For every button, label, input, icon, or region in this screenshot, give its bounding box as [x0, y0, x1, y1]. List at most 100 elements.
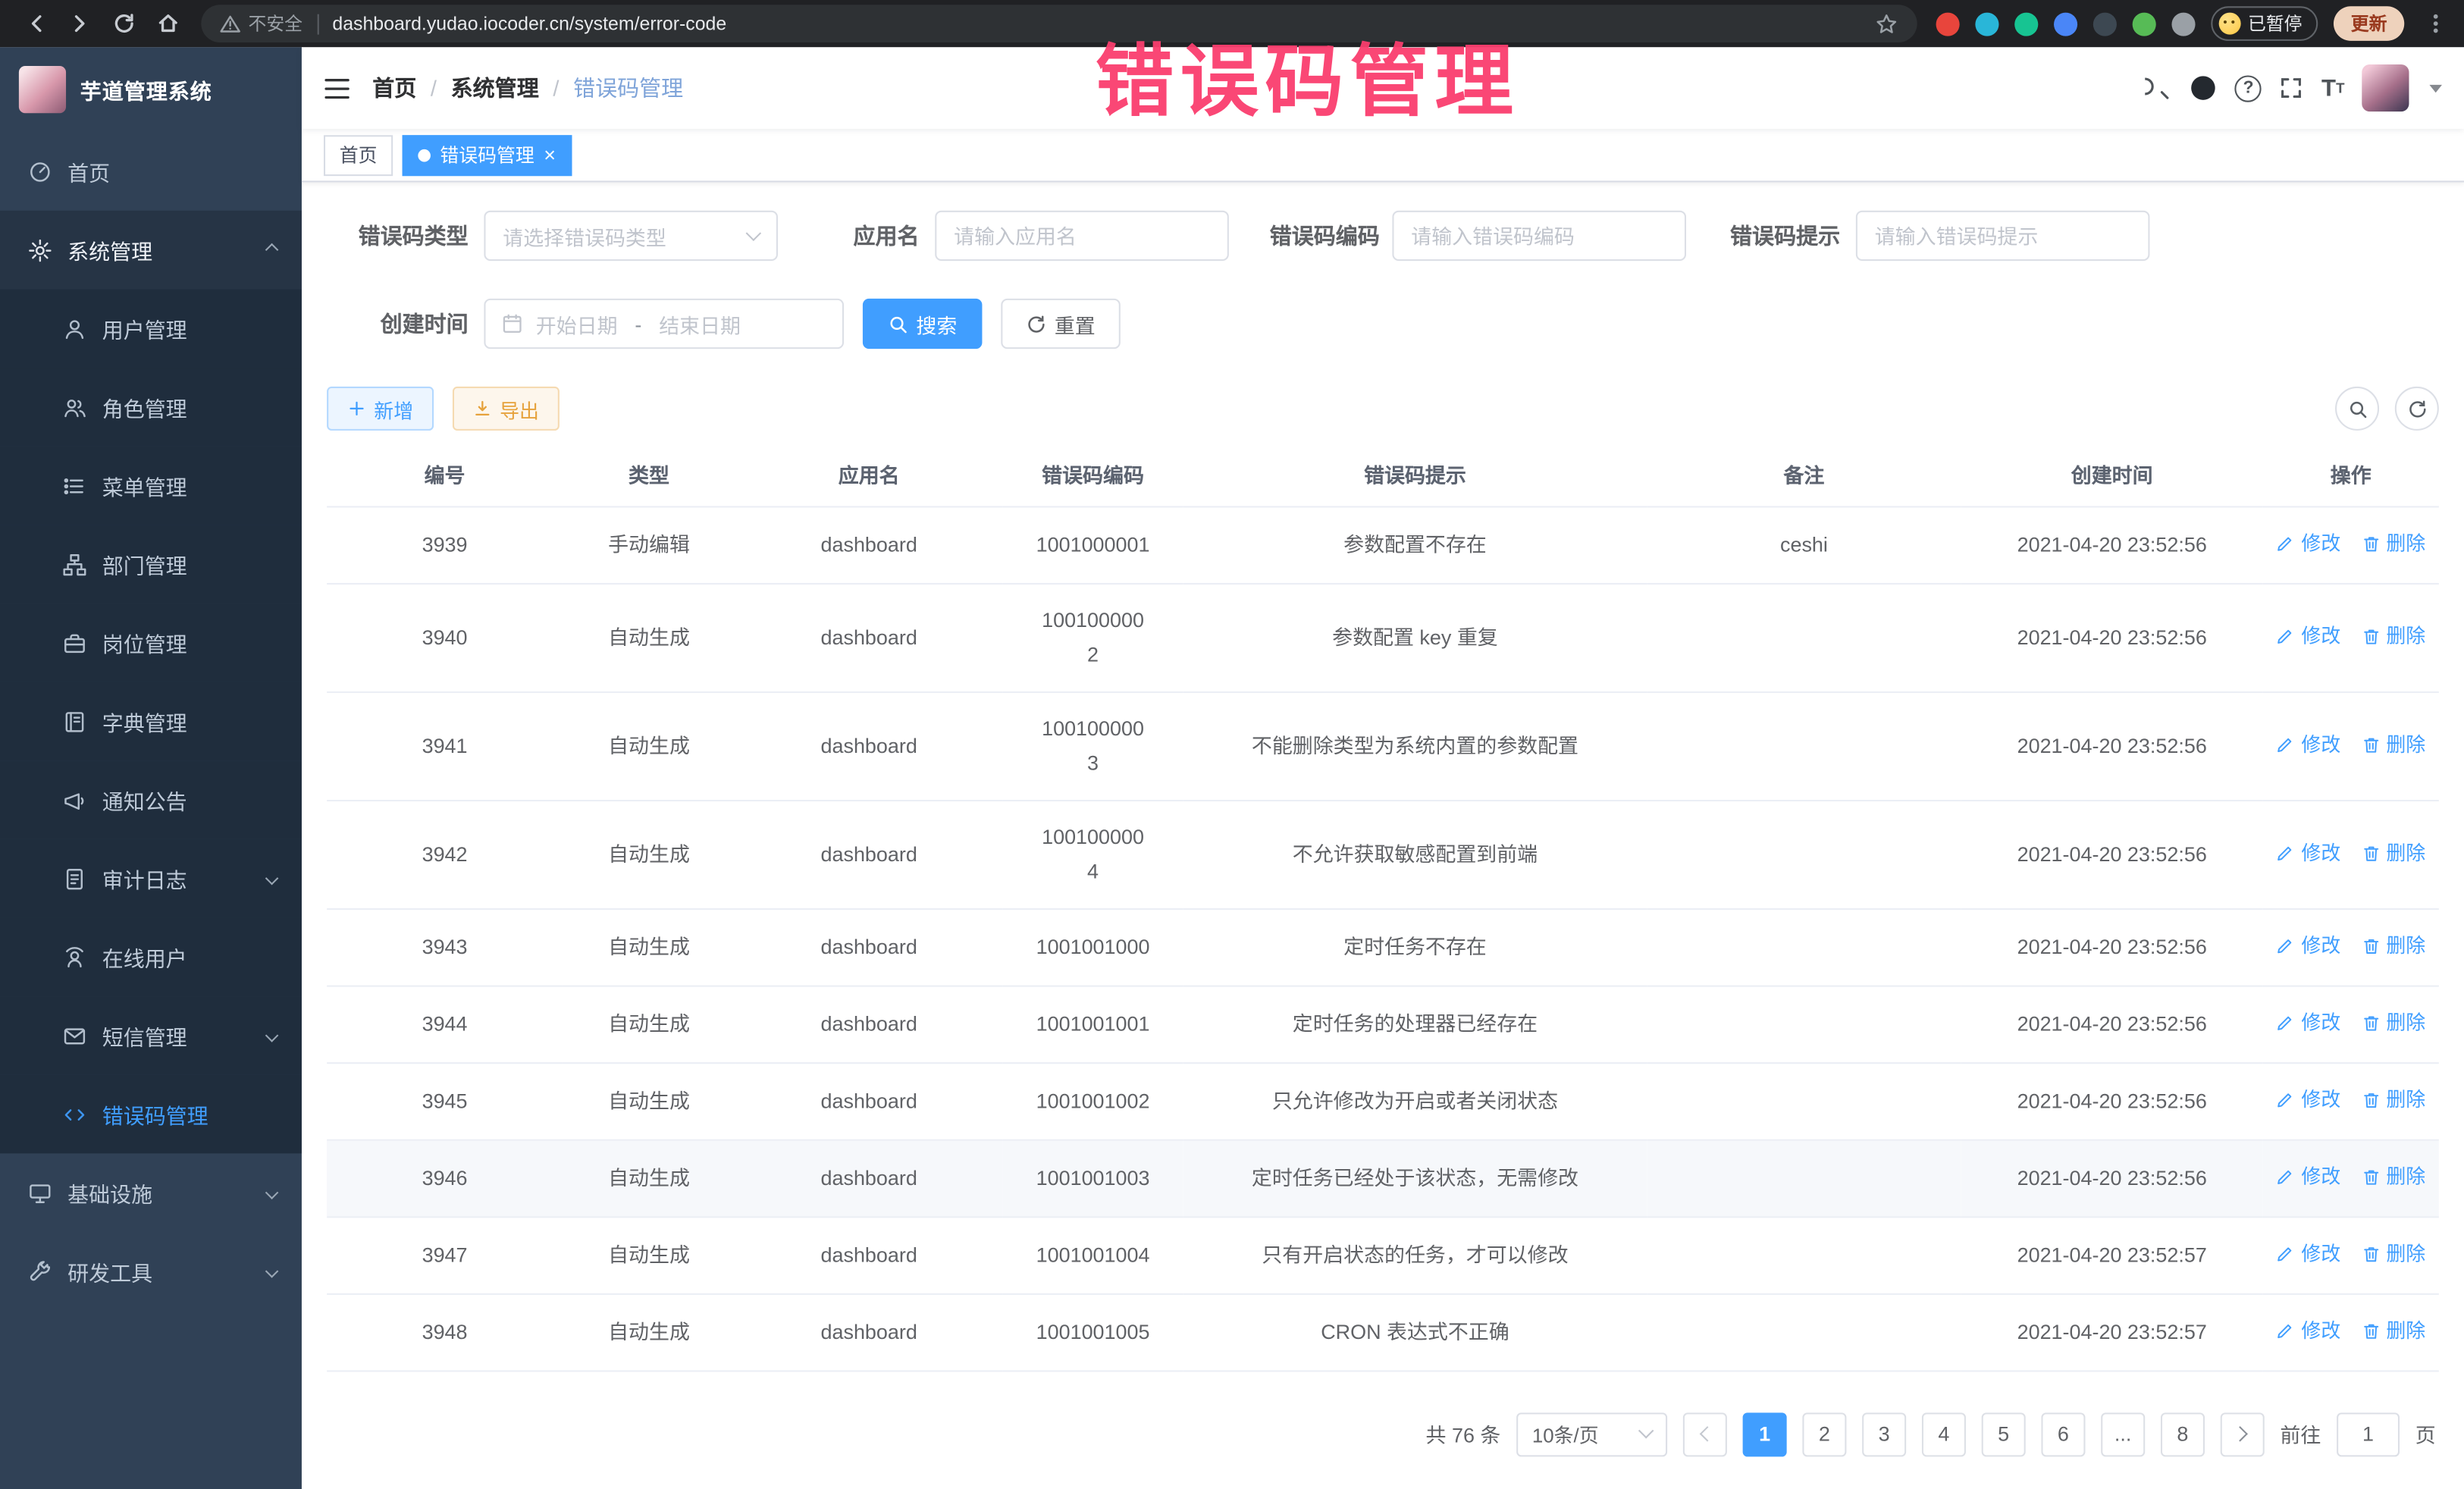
caret-down-icon[interactable] [2429, 84, 2442, 92]
cell-type: 自动生成 [563, 691, 735, 800]
page-button[interactable]: 5 [1982, 1412, 2026, 1456]
sidebar-item[interactable]: 部门管理 [0, 525, 302, 603]
browser-reload-icon[interactable] [104, 5, 145, 42]
toggle-search-button[interactable] [2335, 387, 2379, 431]
font-size-icon[interactable]: TT [2321, 77, 2344, 100]
delete-link[interactable]: 删除 [2361, 928, 2425, 963]
page-more-button[interactable]: ... [2101, 1412, 2145, 1456]
security-label[interactable]: 不安全 [248, 11, 303, 36]
extension-icon[interactable] [2093, 12, 2116, 36]
page-content: 错误码类型 请选择错误码类型 应用名 错误码编码 错误码提示 [302, 182, 2464, 1489]
delete-link[interactable]: 删除 [2361, 1236, 2425, 1271]
cell-created: 2021-04-20 23:52:56 [1961, 908, 2263, 986]
edit-link[interactable]: 修改 [2276, 1005, 2340, 1039]
error-type-select[interactable]: 请选择错误码类型 [484, 211, 778, 261]
chrome-update-button[interactable]: 更新 [2334, 6, 2404, 41]
address-bar[interactable]: 不安全 dashboard.yudao.iocoder.cn/system/er… [201, 5, 1916, 42]
sidebar-item[interactable]: 在线用户 [0, 917, 302, 996]
extension-icon[interactable] [1974, 12, 1998, 36]
page-button[interactable]: 3 [1862, 1412, 1906, 1456]
cell-id: 3946 [327, 1139, 563, 1217]
chevron-down-icon [746, 225, 762, 241]
edit-link[interactable]: 修改 [2276, 619, 2340, 654]
edit-link[interactable]: 修改 [2276, 1313, 2340, 1348]
url-text[interactable]: dashboard.yudao.iocoder.cn/system/error-… [332, 13, 1861, 35]
page-button[interactable]: 4 [1922, 1412, 1966, 1456]
edit-link[interactable]: 修改 [2276, 727, 2340, 762]
bookmark-star-icon[interactable] [1874, 12, 1898, 36]
browser-menu-icon[interactable] [2423, 11, 2448, 36]
reset-button[interactable]: 重置 [1001, 299, 1121, 349]
sidebar-item[interactable]: 首页 [0, 132, 302, 211]
error-message-input[interactable] [1856, 211, 2150, 261]
sidebar-item[interactable]: 审计日志 [0, 839, 302, 918]
breadcrumb-item[interactable]: 系统管理 [451, 72, 539, 103]
fullscreen-icon[interactable] [2279, 75, 2304, 100]
delete-link[interactable]: 删除 [2361, 1005, 2425, 1039]
extension-icon[interactable] [2171, 12, 2194, 36]
edit-link[interactable]: 修改 [2276, 1082, 2340, 1117]
search-button[interactable]: 搜索 [863, 299, 983, 349]
tab-item[interactable]: 首页 [324, 134, 393, 175]
sidebar-item[interactable]: 短信管理 [0, 996, 302, 1075]
extension-icon[interactable] [1936, 12, 1959, 36]
date-range-picker[interactable]: 开始日期 - 结束日期 [484, 299, 844, 349]
browser-back-icon[interactable] [16, 5, 57, 42]
next-page-button[interactable] [2221, 1412, 2265, 1456]
export-button[interactable]: 导出 [453, 387, 560, 431]
sidebar-item[interactable]: 岗位管理 [0, 603, 302, 682]
page-button[interactable]: 1 [1743, 1412, 1787, 1456]
col-id: 编号 [327, 444, 563, 506]
browser-home-icon[interactable] [148, 5, 189, 42]
edit-link[interactable]: 修改 [2276, 525, 2340, 560]
delete-link[interactable]: 删除 [2361, 727, 2425, 762]
cell-message: 参数配置 key 重复 [1183, 583, 1647, 691]
edit-link[interactable]: 修改 [2276, 928, 2340, 963]
user-avatar[interactable] [2362, 64, 2409, 111]
delete-link[interactable]: 删除 [2361, 1082, 2425, 1117]
prev-page-button[interactable] [1683, 1412, 1727, 1456]
edit-link[interactable]: 修改 [2276, 1159, 2340, 1194]
app-logo[interactable]: 芋道管理系统 [0, 47, 302, 132]
breadcrumb-item[interactable]: 首页 [372, 72, 416, 103]
delete-link[interactable]: 删除 [2361, 525, 2425, 560]
search-icon[interactable] [2146, 74, 2172, 101]
edit-icon [2276, 735, 2295, 754]
edit-link[interactable]: 修改 [2276, 835, 2340, 870]
page-button[interactable]: 8 [2161, 1412, 2205, 1456]
error-code-input[interactable] [1392, 211, 1686, 261]
extension-icon[interactable] [2132, 12, 2155, 36]
delete-link[interactable]: 删除 [2361, 619, 2425, 654]
github-icon[interactable] [2190, 74, 2218, 102]
sidebar-item[interactable]: 菜单管理 [0, 447, 302, 525]
delete-link[interactable]: 删除 [2361, 835, 2425, 870]
extensions-area: 已暂停 更新 [1936, 6, 2449, 41]
edit-link[interactable]: 修改 [2276, 1236, 2340, 1271]
sidebar-toggle-icon[interactable] [324, 77, 350, 100]
add-button[interactable]: 新增 [327, 387, 434, 431]
extension-icon[interactable] [2053, 12, 2077, 36]
app-name-input[interactable] [935, 211, 1229, 261]
delete-link[interactable]: 删除 [2361, 1159, 2425, 1194]
sidebar-item[interactable]: 角色管理 [0, 368, 302, 447]
refresh-table-button[interactable] [2395, 387, 2439, 431]
help-icon[interactable]: ? [2235, 74, 2262, 101]
chevron-down-icon [265, 1186, 279, 1199]
sidebar-item[interactable]: 错误码管理 [0, 1075, 302, 1154]
sidebar-item[interactable]: 研发工具 [0, 1232, 302, 1311]
browser-forward-icon[interactable] [60, 5, 101, 42]
page-size-select[interactable]: 10条/页 [1516, 1412, 1667, 1456]
sidebar-item[interactable]: 字典管理 [0, 682, 302, 761]
page-button[interactable]: 2 [1802, 1412, 1846, 1456]
profile-chip[interactable]: 已暂停 [2210, 6, 2318, 41]
page-button[interactable]: 6 [2041, 1412, 2085, 1456]
extension-icon[interactable] [2014, 12, 2037, 36]
sidebar-item[interactable]: 通知公告 [0, 760, 302, 839]
goto-page-input[interactable] [2337, 1412, 2400, 1456]
sidebar-item[interactable]: 用户管理 [0, 289, 302, 368]
tab-item-active[interactable]: 错误码管理× [403, 134, 572, 175]
tab-close-icon[interactable]: × [544, 145, 556, 165]
delete-link[interactable]: 删除 [2361, 1313, 2425, 1348]
sidebar-item[interactable]: 系统管理 [0, 211, 302, 290]
sidebar-item[interactable]: 基础设施 [0, 1153, 302, 1232]
